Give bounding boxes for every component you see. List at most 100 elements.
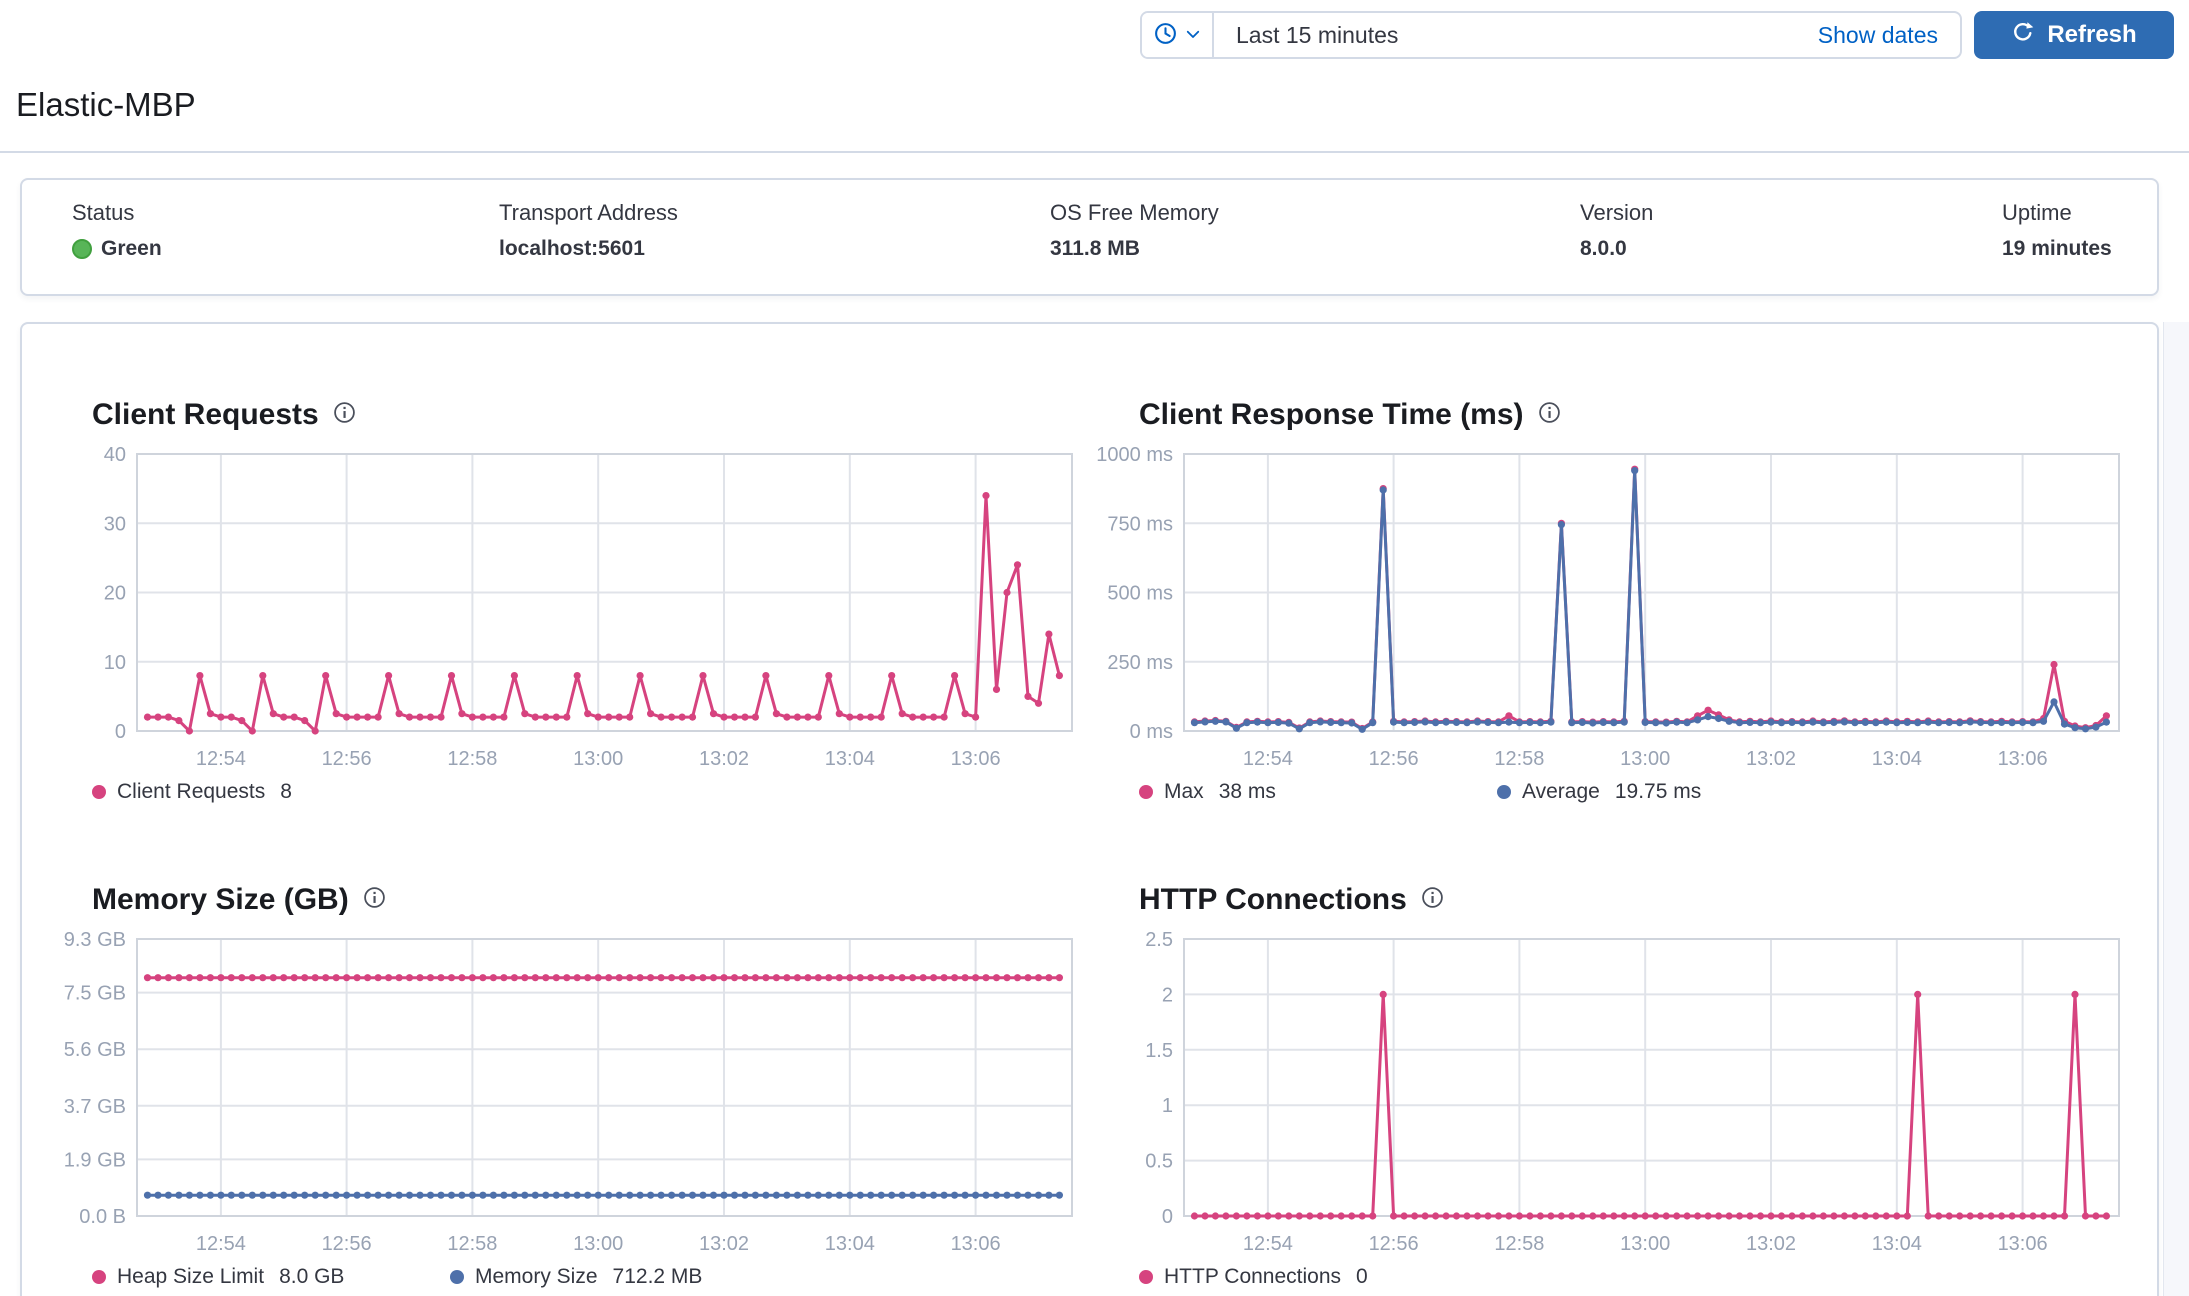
clock-icon [1153,21,1178,49]
transport-address-label: Transport Address [499,200,678,225]
show-dates-link[interactable]: Show dates [1818,22,1938,49]
refresh-label: Refresh [2047,21,2137,48]
svg-text:13:04: 13:04 [825,1233,875,1255]
time-picker[interactable]: Last 15 minutes Show dates [1140,11,1962,59]
summary-status: Status Green [72,200,162,261]
svg-text:0.0 B: 0.0 B [79,1206,126,1228]
scrollbar[interactable] [2163,322,2189,1296]
svg-text:30: 30 [104,513,126,535]
refresh-icon [2011,20,2035,51]
svg-text:12:58: 12:58 [1494,748,1544,770]
svg-text:1.5: 1.5 [1145,1040,1173,1062]
svg-text:12:56: 12:56 [322,748,372,770]
legend-item: HTTP Connections 0 [1139,1265,1497,1289]
refresh-button[interactable]: Refresh [1974,11,2174,59]
legend-series-dot [450,1270,464,1284]
svg-text:40: 40 [104,444,126,466]
legend-series-dot [92,785,106,799]
client-requests-plot: 40 30 20 10 0 12:54 12:56 12:58 13:00 13:02 13:04 1… [104,444,1073,770]
memory-size-legend: Heap Size Limit 8.0 GB Memory Size 712.2 MB [92,1265,1087,1289]
legend-item: Heap Size Limit 8.0 GB [92,1265,450,1289]
summary-transport-address: Transport Address localhost:5601 [499,200,678,261]
charts-panel: Client Requests 40 30 20 10 0 12:54 12:56 12:58… [20,322,2159,1296]
svg-text:12:54: 12:54 [196,748,246,770]
svg-text:13:00: 13:00 [573,1233,623,1255]
legend-series-value: 8.0 GB [279,1265,345,1288]
summary-version: Version 8.0.0 [1580,200,1653,261]
svg-text:5.6 GB: 5.6 GB [64,1039,126,1061]
legend-series-name: Client Requests [117,780,266,803]
client-response-time-legend: Max 38 ms Average 19.75 ms [1139,780,2134,804]
svg-text:250 ms: 250 ms [1107,652,1173,674]
svg-text:13:04: 13:04 [825,748,875,770]
client-requests-legend: Client Requests 8 [92,780,1087,804]
legend-series-dot [1139,785,1153,799]
svg-text:12:58: 12:58 [447,748,497,770]
uptime-value: 19 minutes [2002,237,2112,260]
os-free-memory-value: 311.8 MB [1050,237,1140,260]
chart-title-client-response-time: Client Response Time (ms) [1139,398,1524,431]
svg-text:12:54: 12:54 [1243,1233,1293,1255]
svg-text:1000 ms: 1000 ms [1096,444,1173,466]
header-divider [0,151,2189,153]
svg-text:13:06: 13:06 [951,748,1001,770]
info-icon[interactable] [1538,401,1561,429]
client-response-time-plot: 1000 ms 750 ms 500 ms 250 ms 0 ms 12:54 12:56 1… [1096,444,2120,770]
svg-text:2.5: 2.5 [1145,929,1173,951]
legend-series-dot [1497,785,1511,799]
http-connections-legend: HTTP Connections 0 [1139,1265,2134,1289]
svg-text:12:54: 12:54 [196,1233,246,1255]
svg-text:12:54: 12:54 [1243,748,1293,770]
info-icon[interactable] [333,401,356,429]
uptime-label: Uptime [2002,200,2072,225]
svg-text:13:02: 13:02 [1746,1233,1796,1255]
legend-item: Client Requests 8 [92,780,450,804]
legend-series-name: Max [1164,780,1204,803]
svg-text:12:56: 12:56 [1369,748,1419,770]
svg-text:12:56: 12:56 [1369,1233,1419,1255]
svg-text:0: 0 [1162,1206,1173,1228]
svg-text:13:02: 13:02 [699,748,749,770]
version-label: Version [1580,200,1654,225]
legend-series-value: 19.75 ms [1614,780,1702,803]
svg-text:13:00: 13:00 [1620,748,1670,770]
legend-series-dot [92,1270,106,1284]
svg-text:10: 10 [104,652,126,674]
chart-client-response-time: Client Response Time (ms) 1000 ms 750 ms 5… [1094,394,2134,804]
svg-text:12:56: 12:56 [322,1233,372,1255]
legend-item: Average 19.75 ms [1497,780,1855,804]
svg-text:0 ms: 0 ms [1130,721,1173,743]
legend-item: Max 38 ms [1139,780,1497,804]
info-icon[interactable] [363,886,386,914]
svg-text:13:04: 13:04 [1872,748,1922,770]
status-label: Status [72,200,135,225]
chart-title-client-requests: Client Requests [92,398,319,431]
page-title: Elastic-MBP [16,86,196,123]
svg-text:13:02: 13:02 [699,1233,749,1255]
svg-text:7.5 GB: 7.5 GB [64,983,126,1005]
transport-address-value: localhost:5601 [499,237,645,260]
svg-text:13:02: 13:02 [1746,748,1796,770]
legend-series-value: 8 [280,780,292,803]
legend-series-name: Heap Size Limit [117,1265,265,1288]
svg-text:1.9 GB: 1.9 GB [64,1149,126,1171]
chart-title-memory-size: Memory Size (GB) [92,883,349,916]
time-range-value[interactable]: Last 15 minutes [1236,22,1398,49]
top-bar: Last 15 minutes Show dates Refresh Elast… [0,0,2189,152]
chart-title-http-connections: HTTP Connections [1139,883,1407,916]
svg-text:13:04: 13:04 [1872,1233,1922,1255]
svg-text:0.5: 0.5 [1145,1151,1173,1173]
legend-series-value: 38 ms [1218,780,1276,803]
http-connections-plot: 2.5 2 1.5 1 0.5 0 12:54 12:56 12:58 13:00 13:02 13:… [1145,929,2120,1255]
svg-text:13:00: 13:00 [1620,1233,1670,1255]
time-quick-select-button[interactable] [1142,13,1214,57]
svg-text:3.7 GB: 3.7 GB [64,1096,126,1118]
svg-text:13:00: 13:00 [573,748,623,770]
os-free-memory-label: OS Free Memory [1050,200,1219,225]
legend-series-name: Average [1522,780,1600,803]
chevron-down-icon [1184,25,1202,46]
svg-text:13:06: 13:06 [951,1233,1001,1255]
legend-item: Memory Size 712.2 MB [450,1265,808,1289]
info-icon[interactable] [1421,886,1444,914]
legend-series-value: 712.2 MB [612,1265,703,1288]
